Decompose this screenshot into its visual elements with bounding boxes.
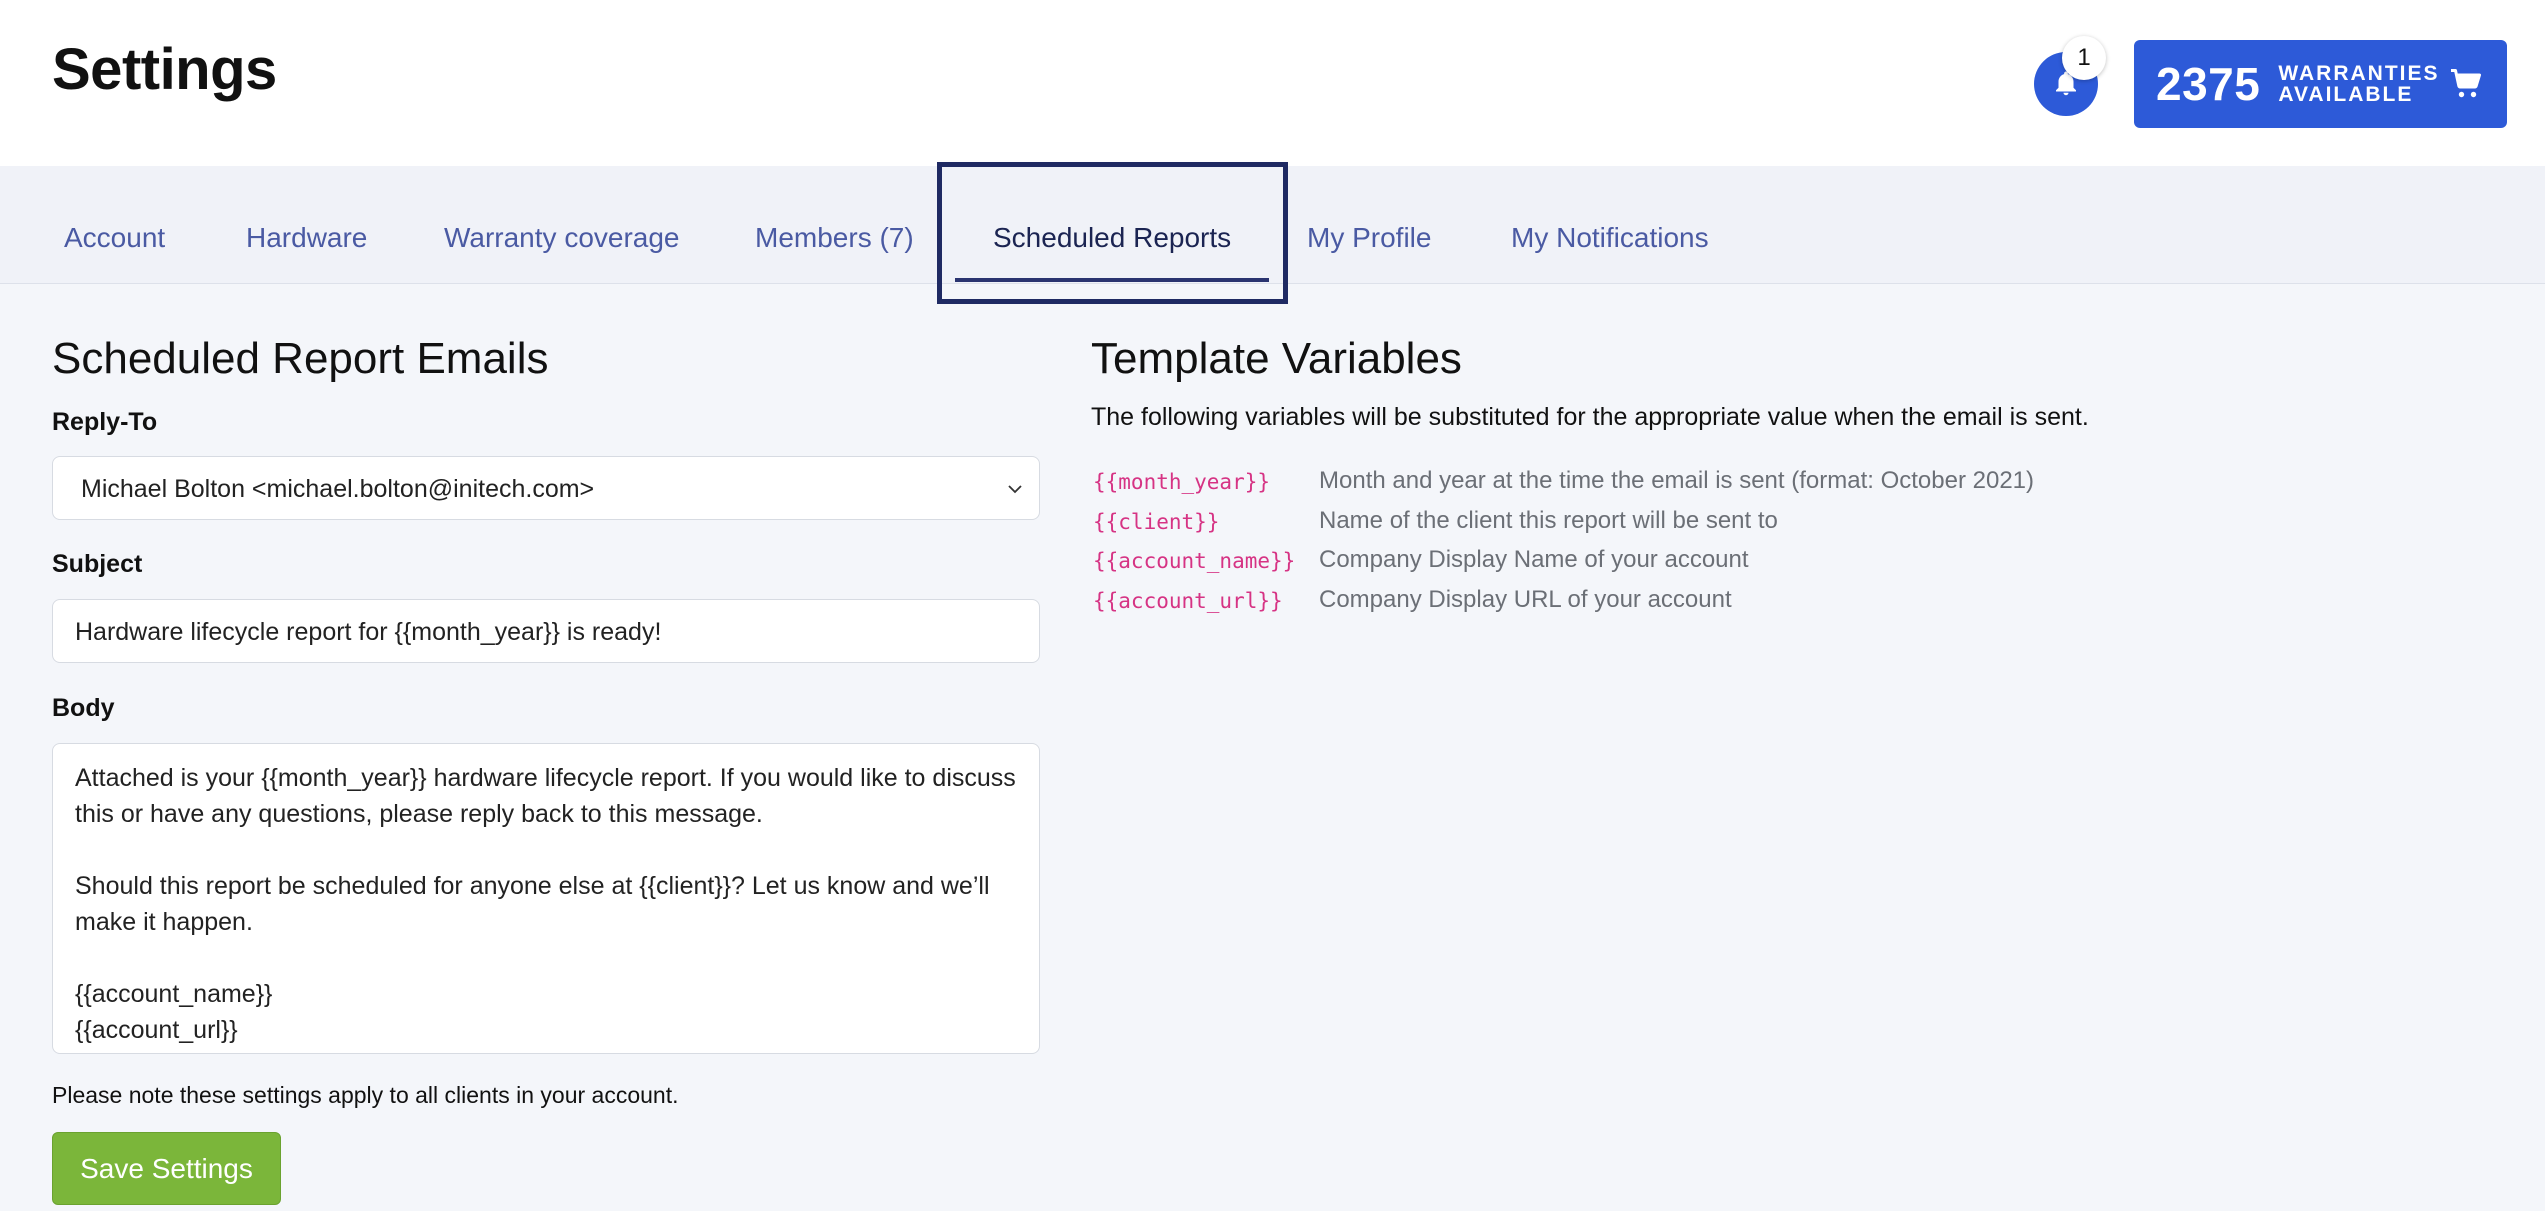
save-settings-button[interactable]: Save Settings (52, 1132, 281, 1205)
warranty-label-line2: AVAILABLE (2278, 83, 2414, 106)
variable-code: {{client}} (1093, 510, 1220, 534)
subject-input[interactable]: Hardware lifecycle report for {{month_ye… (52, 599, 1040, 663)
tab-members[interactable]: Members (7) (755, 222, 914, 254)
chevron-down-icon (1008, 485, 1022, 494)
variable-description: Company Display URL of your account (1319, 586, 1732, 613)
notification-count-badge: 1 (2062, 36, 2106, 80)
warranty-label: WARRANTIES AVAILABLE (2278, 63, 2439, 105)
variable-description: Month and year at the time the email is … (1319, 467, 2035, 494)
tab-account[interactable]: Account (64, 222, 165, 254)
tab-hardware[interactable]: Hardware (246, 222, 367, 254)
warranty-count: 2375 (2156, 58, 2261, 110)
tab-my-notifications[interactable]: My Notifications (1511, 222, 1709, 254)
variable-description: Company Display Name of your account (1319, 546, 1749, 573)
template-variables-heading: Template Variables (1091, 334, 1462, 383)
subject-label: Subject (52, 550, 143, 578)
warranty-label-line1: WARRANTIES (2278, 62, 2440, 85)
warranties-available-button[interactable]: 2375 WARRANTIES AVAILABLE (2134, 40, 2507, 128)
page-title: Settings (52, 37, 277, 102)
body-textarea[interactable]: Attached is your {{month_year}} hardware… (52, 743, 1040, 1054)
tab-my-profile[interactable]: My Profile (1307, 222, 1431, 254)
reply-to-label: Reply-To (52, 408, 158, 436)
tab-warranty-coverage[interactable]: Warranty coverage (444, 222, 680, 254)
body-label: Body (52, 694, 115, 722)
reply-to-select[interactable]: Michael Bolton <michael.bolton@initech.c… (52, 456, 1040, 520)
active-tab-focus-ring (937, 162, 1288, 304)
variable-description: Name of the client this report will be s… (1319, 507, 1778, 534)
scheduled-report-emails-heading: Scheduled Report Emails (52, 334, 549, 383)
variable-code: {{account_url}} (1093, 589, 1283, 613)
page-header: Settings 1 2375 WARRANTIES AVAILABLE (0, 0, 2545, 166)
reply-to-value: Michael Bolton <michael.bolton@initech.c… (81, 475, 595, 503)
variable-code: {{month_year}} (1093, 470, 1271, 494)
cart-icon (2451, 69, 2481, 98)
settings-note: Please note these settings apply to all … (52, 1082, 679, 1108)
template-variables-description: The following variables will be substitu… (1091, 403, 2089, 431)
variable-code: {{account_name}} (1093, 549, 1296, 573)
